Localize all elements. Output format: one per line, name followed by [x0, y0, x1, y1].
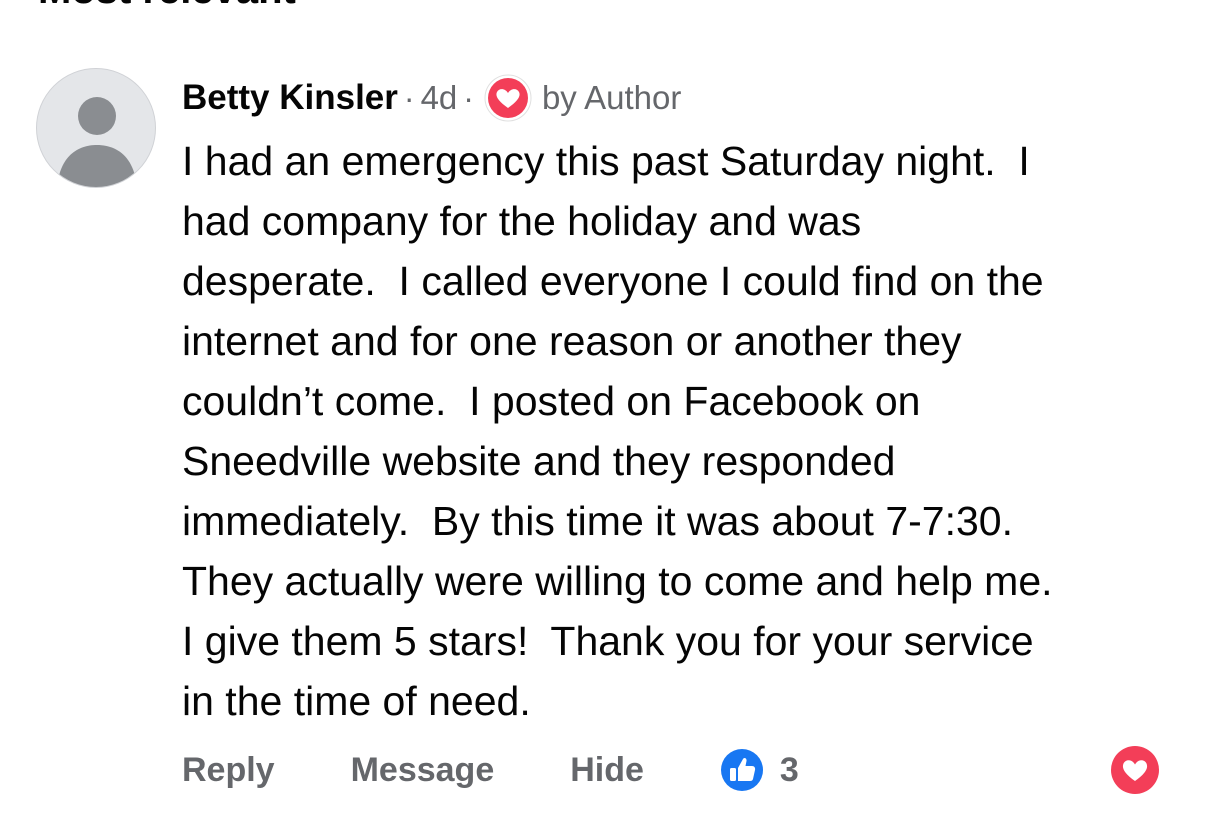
thumbs-up-icon: [718, 746, 766, 794]
comment-line: couldn’t come. I posted on Facebook on: [182, 378, 921, 424]
meta-separator: ·: [463, 79, 474, 116]
comment-line: in the time of need.: [182, 678, 531, 724]
like-summary[interactable]: 3: [718, 746, 799, 794]
comment-meta: Betty Kinsler · 4d · by Author: [182, 74, 681, 122]
comment-line: Sneedville website and they responded: [182, 438, 896, 484]
comment-line: internet and for one reason or another t…: [182, 318, 962, 364]
author-name[interactable]: Betty Kinsler: [182, 78, 398, 118]
comment-line: I had an emergency this past Saturday ni…: [182, 138, 1030, 184]
comment-line: I give them 5 stars! Thank you for your …: [182, 618, 1034, 664]
comment-actions: Reply Message Hide 3: [182, 745, 799, 795]
sort-header[interactable]: Most relevant: [38, 0, 296, 10]
heart-icon[interactable]: [1110, 745, 1160, 795]
like-count: 3: [779, 750, 799, 789]
comment-body: I had an emergency this past Saturday ni…: [182, 131, 1182, 731]
comment-line: They actually were willing to come and h…: [182, 558, 1053, 604]
comment-line: desperate. I called everyone I could fin…: [182, 258, 1044, 304]
comment-line: immediately. By this time it was about 7…: [182, 498, 1013, 544]
reply-button[interactable]: Reply: [182, 751, 275, 790]
hide-button[interactable]: Hide: [570, 751, 644, 790]
author-badge-label: by Author: [541, 79, 682, 116]
comment-screen: Most relevant Betty Kinsler · 4d · by Au…: [0, 0, 1206, 828]
default-user-icon: [57, 97, 137, 187]
comment-line: had company for the holiday and was: [182, 198, 862, 244]
message-button[interactable]: Message: [351, 751, 495, 790]
comment-time[interactable]: 4d: [421, 79, 458, 117]
meta-separator: ·: [403, 79, 415, 116]
heart-icon: [484, 74, 532, 122]
avatar[interactable]: [36, 68, 156, 188]
